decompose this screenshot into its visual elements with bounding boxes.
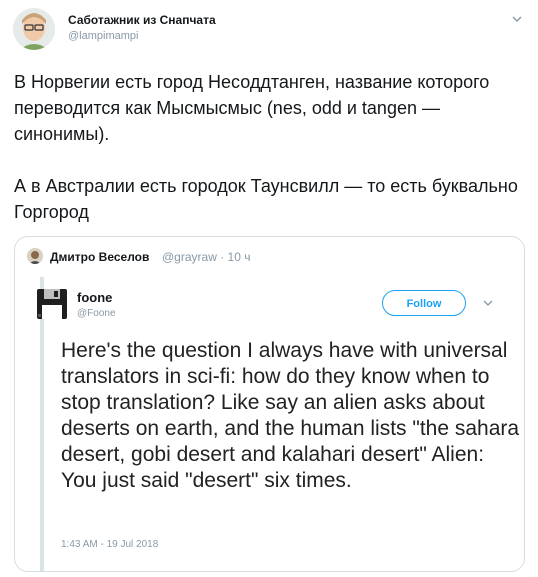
- tweet-text: В Норвегии есть город Несоддтанген, назв…: [14, 69, 524, 251]
- tweet-paragraph: А в Австралии есть городок Таунсвилл — т…: [14, 176, 518, 222]
- avatar[interactable]: [13, 8, 55, 50]
- embedded-tweet: foone @Foone Follow Here's the question …: [15, 277, 524, 571]
- quote-handle-time: @grayraw · 10 ч: [162, 250, 251, 264]
- embed-author-handle[interactable]: @Foone: [77, 308, 116, 319]
- embed-author-name[interactable]: foone: [77, 290, 112, 305]
- floppy-disk-avatar[interactable]: [35, 287, 69, 321]
- tweet-paragraph: В Норвегии есть город Несоддтанген, назв…: [14, 72, 490, 144]
- chevron-down-icon[interactable]: [510, 12, 524, 26]
- embed-text: Here's the question I always have with u…: [61, 339, 520, 492]
- embed-timestamp[interactable]: 1:43 AM - 19 Jul 2018: [61, 539, 158, 550]
- follow-button[interactable]: Follow: [382, 290, 466, 316]
- author-name[interactable]: Саботажник из Снапчата: [68, 13, 216, 27]
- quote-avatar[interactable]: [27, 248, 43, 264]
- embed-left-border: [40, 277, 44, 571]
- tweet-card: Саботажник из Снапчата @lampimampi В Нор…: [0, 0, 538, 577]
- quote-author-name[interactable]: Дмитро Веселов: [50, 250, 149, 264]
- chevron-down-icon[interactable]: [482, 297, 494, 309]
- quoted-tweet[interactable]: Дмитро Веселов @grayraw · 10 ч foone @Fo…: [14, 236, 525, 572]
- author-handle[interactable]: @lampimampi: [68, 30, 138, 42]
